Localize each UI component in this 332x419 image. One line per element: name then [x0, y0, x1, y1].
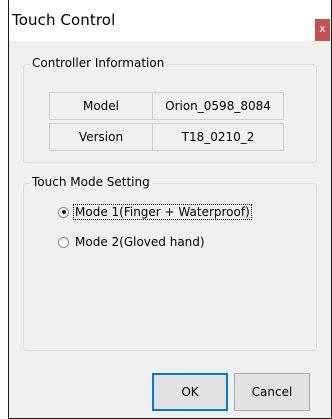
mode-2-label[interactable]: Mode 2(Gloved hand) [74, 235, 206, 249]
model-value: Orion_0598_8084 [152, 92, 284, 120]
cancel-button[interactable]: Cancel [234, 373, 310, 411]
controller-information-legend: Controller Information [30, 56, 167, 70]
mode-2-radio-option[interactable]: Mode 2(Gloved hand) [58, 233, 206, 251]
touch-control-dialog: Touch Control x Controller Information M… [8, 0, 332, 419]
window-title: Touch Control [12, 11, 116, 29]
version-value: T18_0210_2 [152, 123, 284, 151]
model-label: Model [49, 92, 153, 120]
touch-mode-setting-legend: Touch Mode Setting [30, 175, 152, 189]
mode-2-radio-button[interactable] [58, 236, 69, 248]
close-icon: x [319, 22, 326, 35]
mode-1-label[interactable]: Mode 1(Finger + Waterproof) [73, 204, 252, 220]
touch-mode-setting-group: Touch Mode Setting Mode 1(Finger + Water… [23, 175, 317, 351]
mode-1-radio-option[interactable]: Mode 1(Finger + Waterproof) [58, 203, 252, 221]
version-label: Version [49, 123, 153, 151]
ok-button[interactable]: OK [152, 373, 228, 411]
title-bar: Touch Control x [9, 0, 331, 41]
close-button[interactable]: x [315, 19, 330, 41]
mode-1-radio-button[interactable] [58, 206, 69, 218]
controller-information-group: Controller Information Model Orion_0598_… [23, 56, 317, 163]
